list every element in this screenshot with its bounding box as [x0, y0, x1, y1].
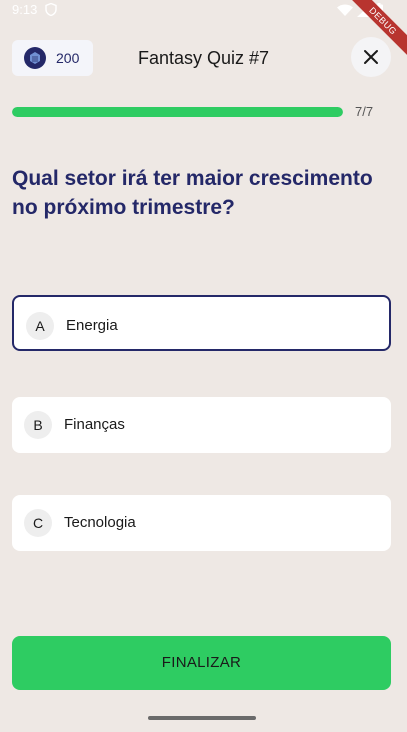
- home-indicator[interactable]: [148, 716, 256, 720]
- answer-option-a[interactable]: A Energia: [12, 295, 391, 351]
- page-title: Fantasy Quiz #7: [137, 48, 270, 68]
- finish-button[interactable]: FINALIZAR: [12, 636, 391, 690]
- answer-option-b[interactable]: B Finanças: [12, 397, 391, 453]
- close-button[interactable]: [351, 37, 391, 77]
- answer-option-c[interactable]: C Tecnologia: [12, 495, 391, 551]
- status-time: 9:13: [12, 2, 38, 17]
- progress-label: 7/7: [355, 104, 374, 119]
- shield-icon: [45, 3, 57, 16]
- answer-text: Tecnologia: [64, 514, 136, 531]
- answer-letter: C: [24, 509, 52, 537]
- progress-fill: [12, 107, 343, 117]
- answer-letter: A: [26, 312, 54, 340]
- progress-bar: [12, 107, 343, 117]
- close-icon: [364, 50, 378, 64]
- answer-text: Finanças: [64, 416, 125, 433]
- answer-letter: B: [24, 411, 52, 439]
- answer-text: Energia: [66, 317, 118, 334]
- question-text: Qual setor irá ter maior crescimento no …: [12, 167, 373, 219]
- status-bar: 9:13: [0, 0, 407, 24]
